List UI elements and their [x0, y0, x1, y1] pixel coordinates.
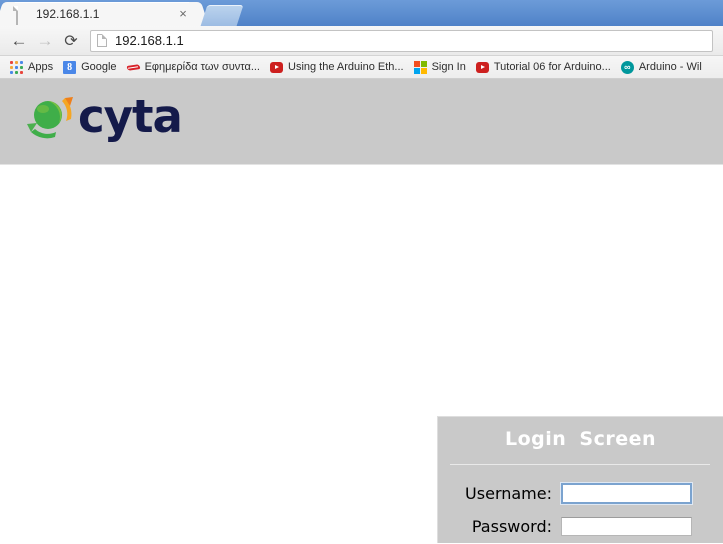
bookmark-tutorial-06-for-arduino[interactable]: Tutorial 06 for Arduino...: [471, 58, 616, 77]
bookmark-label: Εφημερίδα των συντα...: [144, 61, 260, 73]
new-tab-button[interactable]: [200, 5, 244, 26]
page-icon: [16, 6, 28, 25]
microsoft-icon: [413, 60, 427, 74]
bookmark-arduino-wiki[interactable]: ∞ Arduino - Wil: [616, 58, 707, 77]
bookmark-apps[interactable]: Apps: [5, 58, 58, 77]
bookmark-label: Using the Arduino Eth...: [288, 61, 404, 73]
bookmark-sign-in[interactable]: Sign In: [409, 58, 471, 77]
browser-tab[interactable]: 192.168.1.1 ×: [6, 2, 198, 26]
username-label: Username:: [465, 484, 552, 503]
bookmark-google[interactable]: 8 Google: [58, 58, 121, 77]
newspaper-icon: [127, 61, 140, 74]
bookmark-label: Tutorial 06 for Arduino...: [493, 61, 611, 73]
divider: [450, 464, 710, 465]
tab-strip: 192.168.1.1 ×: [0, 0, 723, 26]
password-row: Password:: [438, 517, 723, 536]
bookmark-label: Google: [81, 61, 117, 73]
browser-toolbar: ← → ⟳ 192.168.1.1: [0, 26, 723, 56]
google-icon: 8: [63, 60, 77, 74]
site-logo: cyta: [22, 90, 183, 143]
bookmark-using-the-arduino-eth[interactable]: Using the Arduino Eth...: [265, 58, 409, 77]
login-title: Login Screen: [504, 428, 657, 450]
cyta-swirl-logo: [27, 97, 73, 139]
address-bar-value: 192.168.1.1: [115, 33, 184, 48]
close-icon[interactable]: ×: [175, 6, 191, 22]
reload-button[interactable]: ⟳: [58, 28, 84, 54]
arduino-icon: ∞: [620, 60, 634, 74]
forward-button: →: [36, 30, 54, 50]
back-button[interactable]: ←: [6, 28, 32, 54]
page-viewport: cyta Login Screen Username: Password: LO…: [0, 79, 723, 543]
bookmark-efimerida[interactable]: Εφημερίδα των συντα...: [122, 58, 265, 77]
login-panel: Login Screen Username: Password: LOGIN C…: [437, 416, 723, 543]
bookmark-label: Sign In: [431, 61, 466, 73]
site-header: cyta: [0, 79, 723, 165]
page-icon: [97, 34, 107, 47]
username-row: Username:: [438, 483, 723, 504]
password-label: Password:: [471, 517, 552, 536]
bookmarks-bar: Apps 8 Google Εφημερίδα των συντα... Usi…: [0, 56, 723, 79]
address-bar[interactable]: 192.168.1.1: [90, 29, 713, 52]
youtube-icon: [270, 62, 283, 73]
bookmark-label: Arduino - Wil: [638, 61, 702, 73]
username-input[interactable]: [561, 483, 692, 504]
brand-name: cyta: [78, 90, 183, 143]
password-input[interactable]: [561, 517, 692, 536]
browser-chrome: 192.168.1.1 × ← → ⟳ 192.168.1.1 Apps 8 G…: [0, 0, 723, 79]
youtube-icon: [475, 62, 489, 73]
apps-grid-icon: [10, 60, 23, 74]
bookmark-label: Apps: [28, 61, 54, 73]
tab-title: 192.168.1.1: [36, 7, 100, 21]
